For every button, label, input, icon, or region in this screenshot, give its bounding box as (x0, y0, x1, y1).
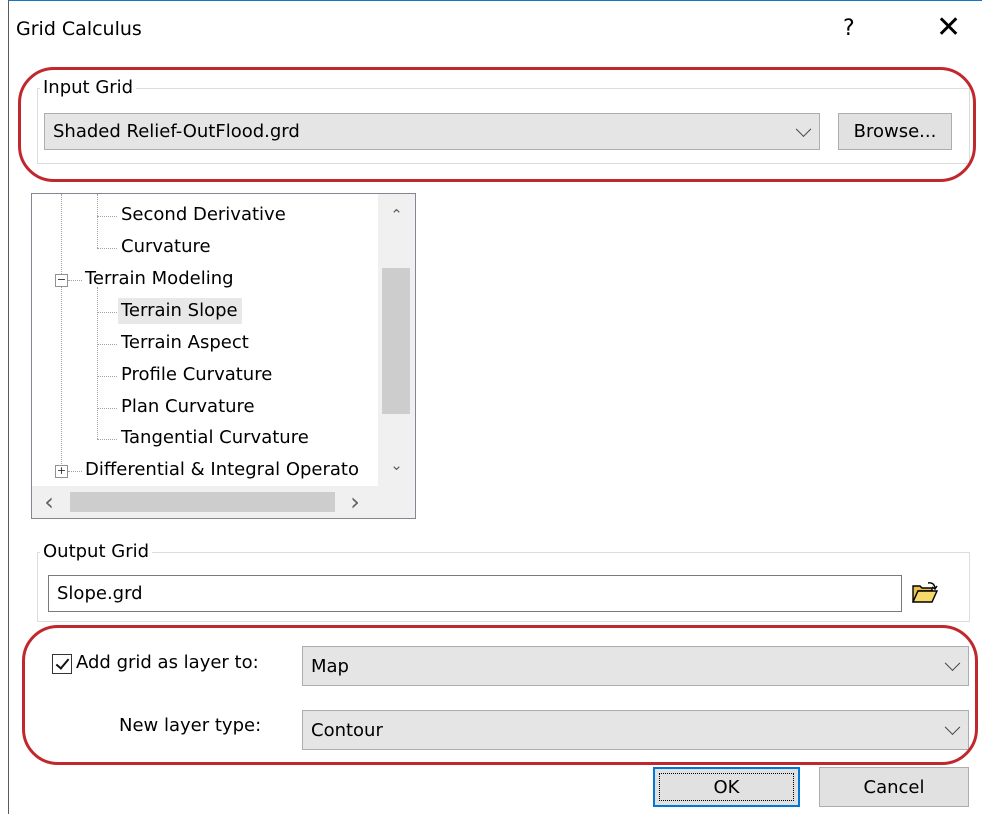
scroll-up-icon[interactable]: ⌃ (378, 206, 415, 224)
tree-connector (97, 376, 117, 377)
window-title: Grid Calculus (16, 18, 142, 40)
tree-connector (97, 248, 117, 249)
tree-item-terrain-slope[interactable]: Terrain Slope (118, 298, 242, 324)
cancel-button-label: Cancel (863, 776, 925, 798)
window-left-edge (0, 0, 9, 814)
tree-item-tangential-curvature[interactable]: Tangential Curvature (121, 427, 309, 448)
tree-connector (97, 216, 117, 217)
tree-item-profile-curvature[interactable]: Profile Curvature (121, 364, 272, 385)
function-tree[interactable]: Second Derivative Curvature − Terrain Mo… (31, 193, 416, 519)
tree-connector (97, 312, 117, 313)
tree-item-differential-integral[interactable]: Differential & Integral Operato (85, 459, 378, 480)
tree-connector (97, 439, 117, 440)
output-grid-input[interactable]: Slope.grd (48, 575, 902, 612)
tree-horizontal-thumb[interactable] (70, 492, 335, 512)
scrollbar-corner (378, 486, 415, 518)
tree-connector (61, 194, 62, 464)
output-grid-value: Slope.grd (57, 583, 143, 604)
tree-connector (97, 194, 98, 248)
tree-item-terrain-modeling[interactable]: Terrain Modeling (85, 268, 234, 289)
tree-item-terrain-aspect[interactable]: Terrain Aspect (121, 332, 249, 353)
open-folder-icon[interactable] (911, 582, 939, 603)
tree-vertical-thumb[interactable] (382, 268, 410, 414)
tree-connector (68, 471, 82, 472)
output-grid-legend: Output Grid (40, 541, 153, 562)
help-button[interactable]: ? (843, 16, 855, 41)
tree-item-curvature[interactable]: Curvature (121, 236, 211, 257)
scroll-left-icon[interactable]: ‹ (34, 488, 64, 516)
close-button[interactable]: ✕ (936, 10, 961, 45)
expand-icon[interactable]: + (55, 465, 68, 478)
scroll-right-icon[interactable]: › (340, 488, 370, 516)
collapse-icon[interactable]: − (55, 274, 68, 287)
ok-focus-ring (659, 773, 794, 801)
tree-connector (97, 287, 98, 439)
input-grid-highlight-oval (18, 67, 976, 182)
tree-item-plan-curvature[interactable]: Plan Curvature (121, 396, 255, 417)
tree-connector (68, 280, 82, 281)
window-top-accent (9, 0, 982, 1)
cancel-button[interactable]: Cancel (819, 767, 969, 807)
scroll-down-icon[interactable]: ⌄ (378, 456, 415, 474)
tree-connector (97, 344, 117, 345)
tree-connector (97, 408, 117, 409)
ok-button[interactable]: OK (653, 767, 800, 807)
tree-item-second-derivative[interactable]: Second Derivative (121, 204, 286, 225)
layer-settings-highlight-oval (22, 625, 978, 765)
